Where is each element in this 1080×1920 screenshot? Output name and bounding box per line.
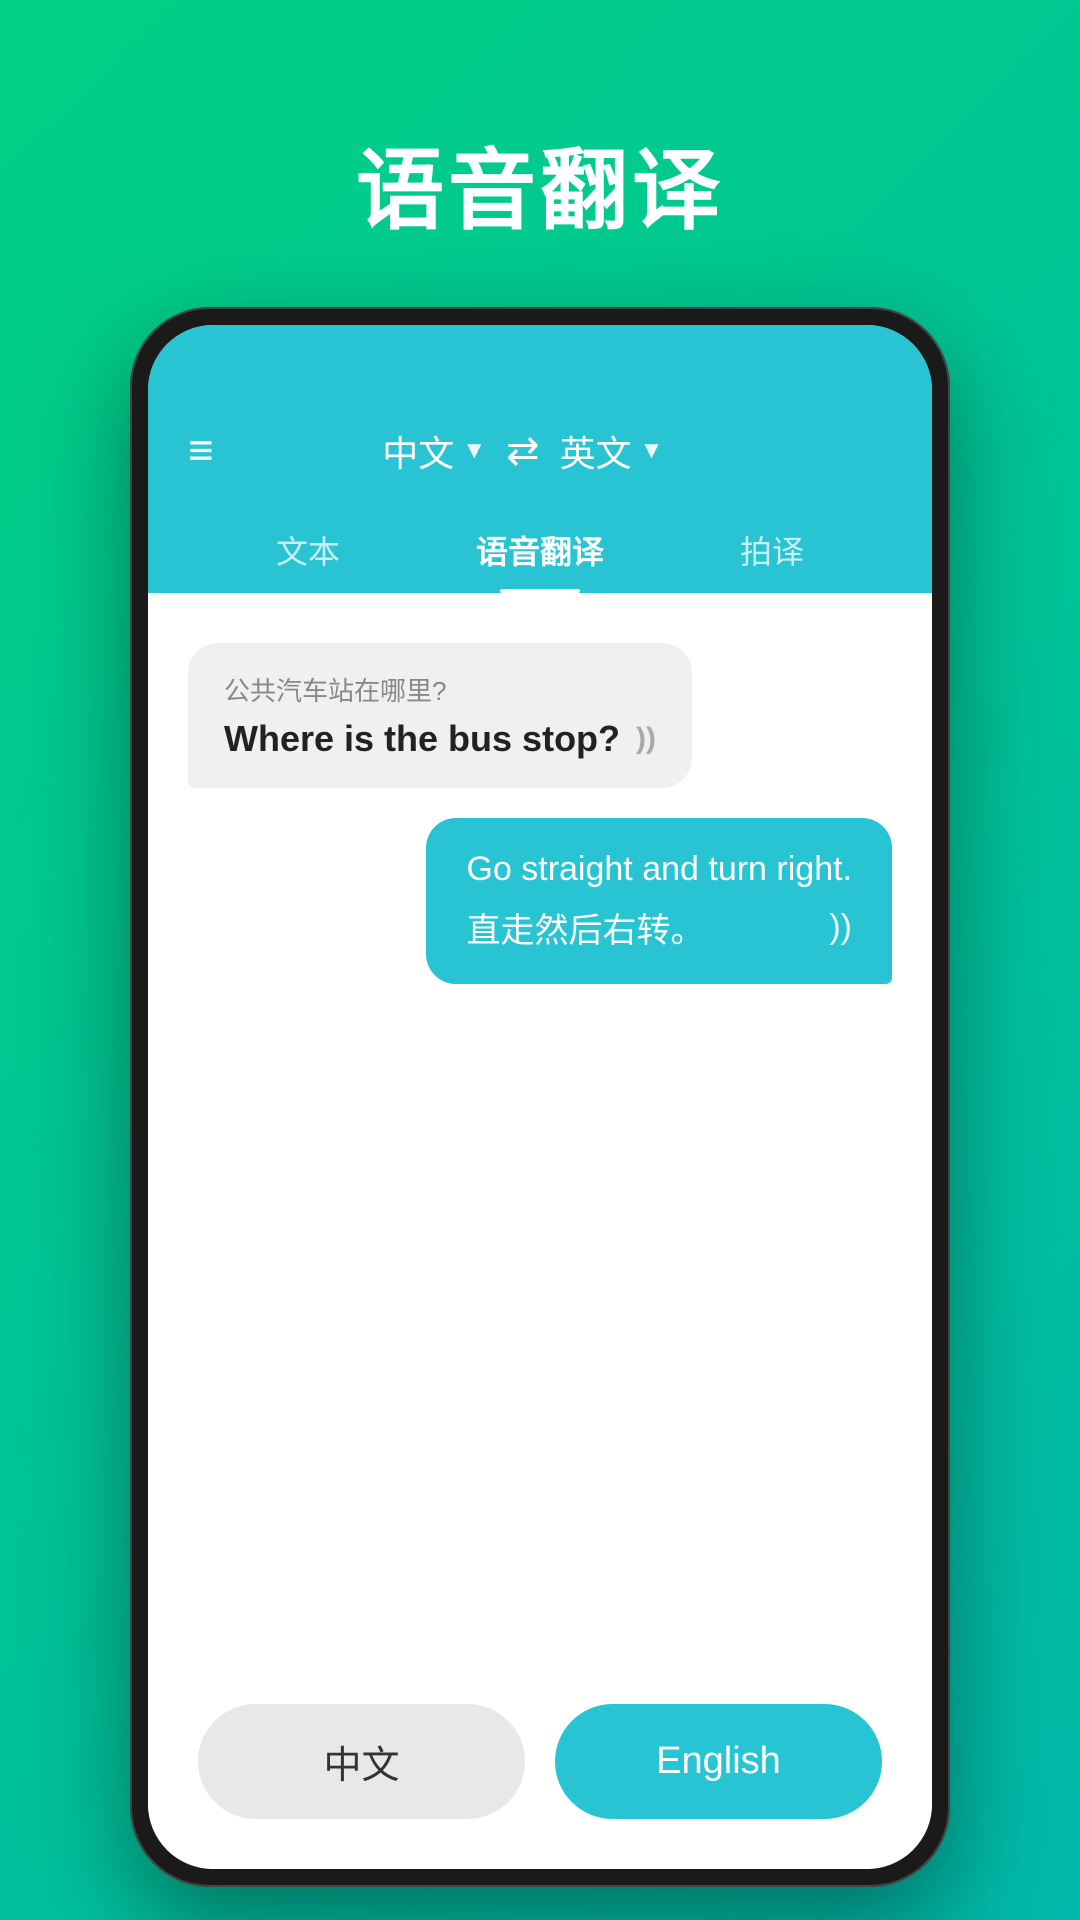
message-bubble-right[interactable]: Go straight and turn right. 直走然后右转。 )) bbox=[426, 818, 892, 984]
header-top: ≡ 中文 ▼ ⇄ 英文 ▼ bbox=[188, 425, 892, 507]
message-bubble-left[interactable]: 公共汽车站在哪里? Where is the bus stop? )) bbox=[188, 643, 692, 788]
tab-voice-translate[interactable]: 语音翻译 bbox=[446, 507, 634, 593]
source-language-label: 中文 bbox=[382, 425, 454, 477]
target-language-dropdown-icon: ▼ bbox=[640, 437, 664, 465]
target-language-label: 英文 bbox=[560, 425, 632, 477]
menu-icon[interactable]: ≡ bbox=[188, 429, 214, 473]
bubble-translated-text: Where is the bus stop? )) bbox=[224, 718, 656, 760]
status-bar bbox=[148, 325, 932, 385]
source-language-dropdown-icon: ▼ bbox=[462, 437, 486, 465]
bubble-translation-content: Where is the bus stop? bbox=[224, 718, 620, 760]
target-language-button[interactable]: 英文 ▼ bbox=[560, 425, 664, 477]
swap-language-button[interactable]: ⇄ bbox=[506, 428, 540, 474]
language-selector: 中文 ▼ ⇄ 英文 ▼ bbox=[382, 425, 663, 477]
phone-frame: ≡ 中文 ▼ ⇄ 英文 ▼ 文本 语音翻 bbox=[130, 307, 950, 1887]
bubble-english-text: Go straight and turn right. bbox=[466, 850, 852, 889]
bottom-bar: 中文 English bbox=[148, 1674, 932, 1869]
source-language-button[interactable]: 中文 ▼ bbox=[382, 425, 486, 477]
bubble-chinese-text: 直走然后右转。 )) bbox=[466, 903, 852, 952]
bubble-chinese-translation: 直走然后右转。 bbox=[466, 903, 704, 952]
play-sound-icon[interactable]: )) bbox=[636, 722, 656, 756]
phone-screen: ≡ 中文 ▼ ⇄ 英文 ▼ 文本 语音翻 bbox=[148, 325, 932, 1869]
chinese-mic-button[interactable]: 中文 bbox=[198, 1704, 525, 1819]
tab-photo[interactable]: 拍译 bbox=[710, 507, 834, 593]
bubble-source-text: 公共汽车站在哪里? bbox=[224, 671, 656, 708]
tab-text[interactable]: 文本 bbox=[246, 507, 370, 593]
page-title: 语音翻译 bbox=[356, 120, 724, 247]
chat-content: 公共汽车站在哪里? Where is the bus stop? )) Go s… bbox=[148, 593, 932, 1674]
play-sound-icon-right[interactable]: )) bbox=[829, 908, 852, 947]
english-mic-button[interactable]: English bbox=[555, 1704, 882, 1819]
app-header: ≡ 中文 ▼ ⇄ 英文 ▼ 文本 语音翻 bbox=[148, 385, 932, 593]
tab-bar: 文本 语音翻译 拍译 bbox=[188, 507, 892, 593]
